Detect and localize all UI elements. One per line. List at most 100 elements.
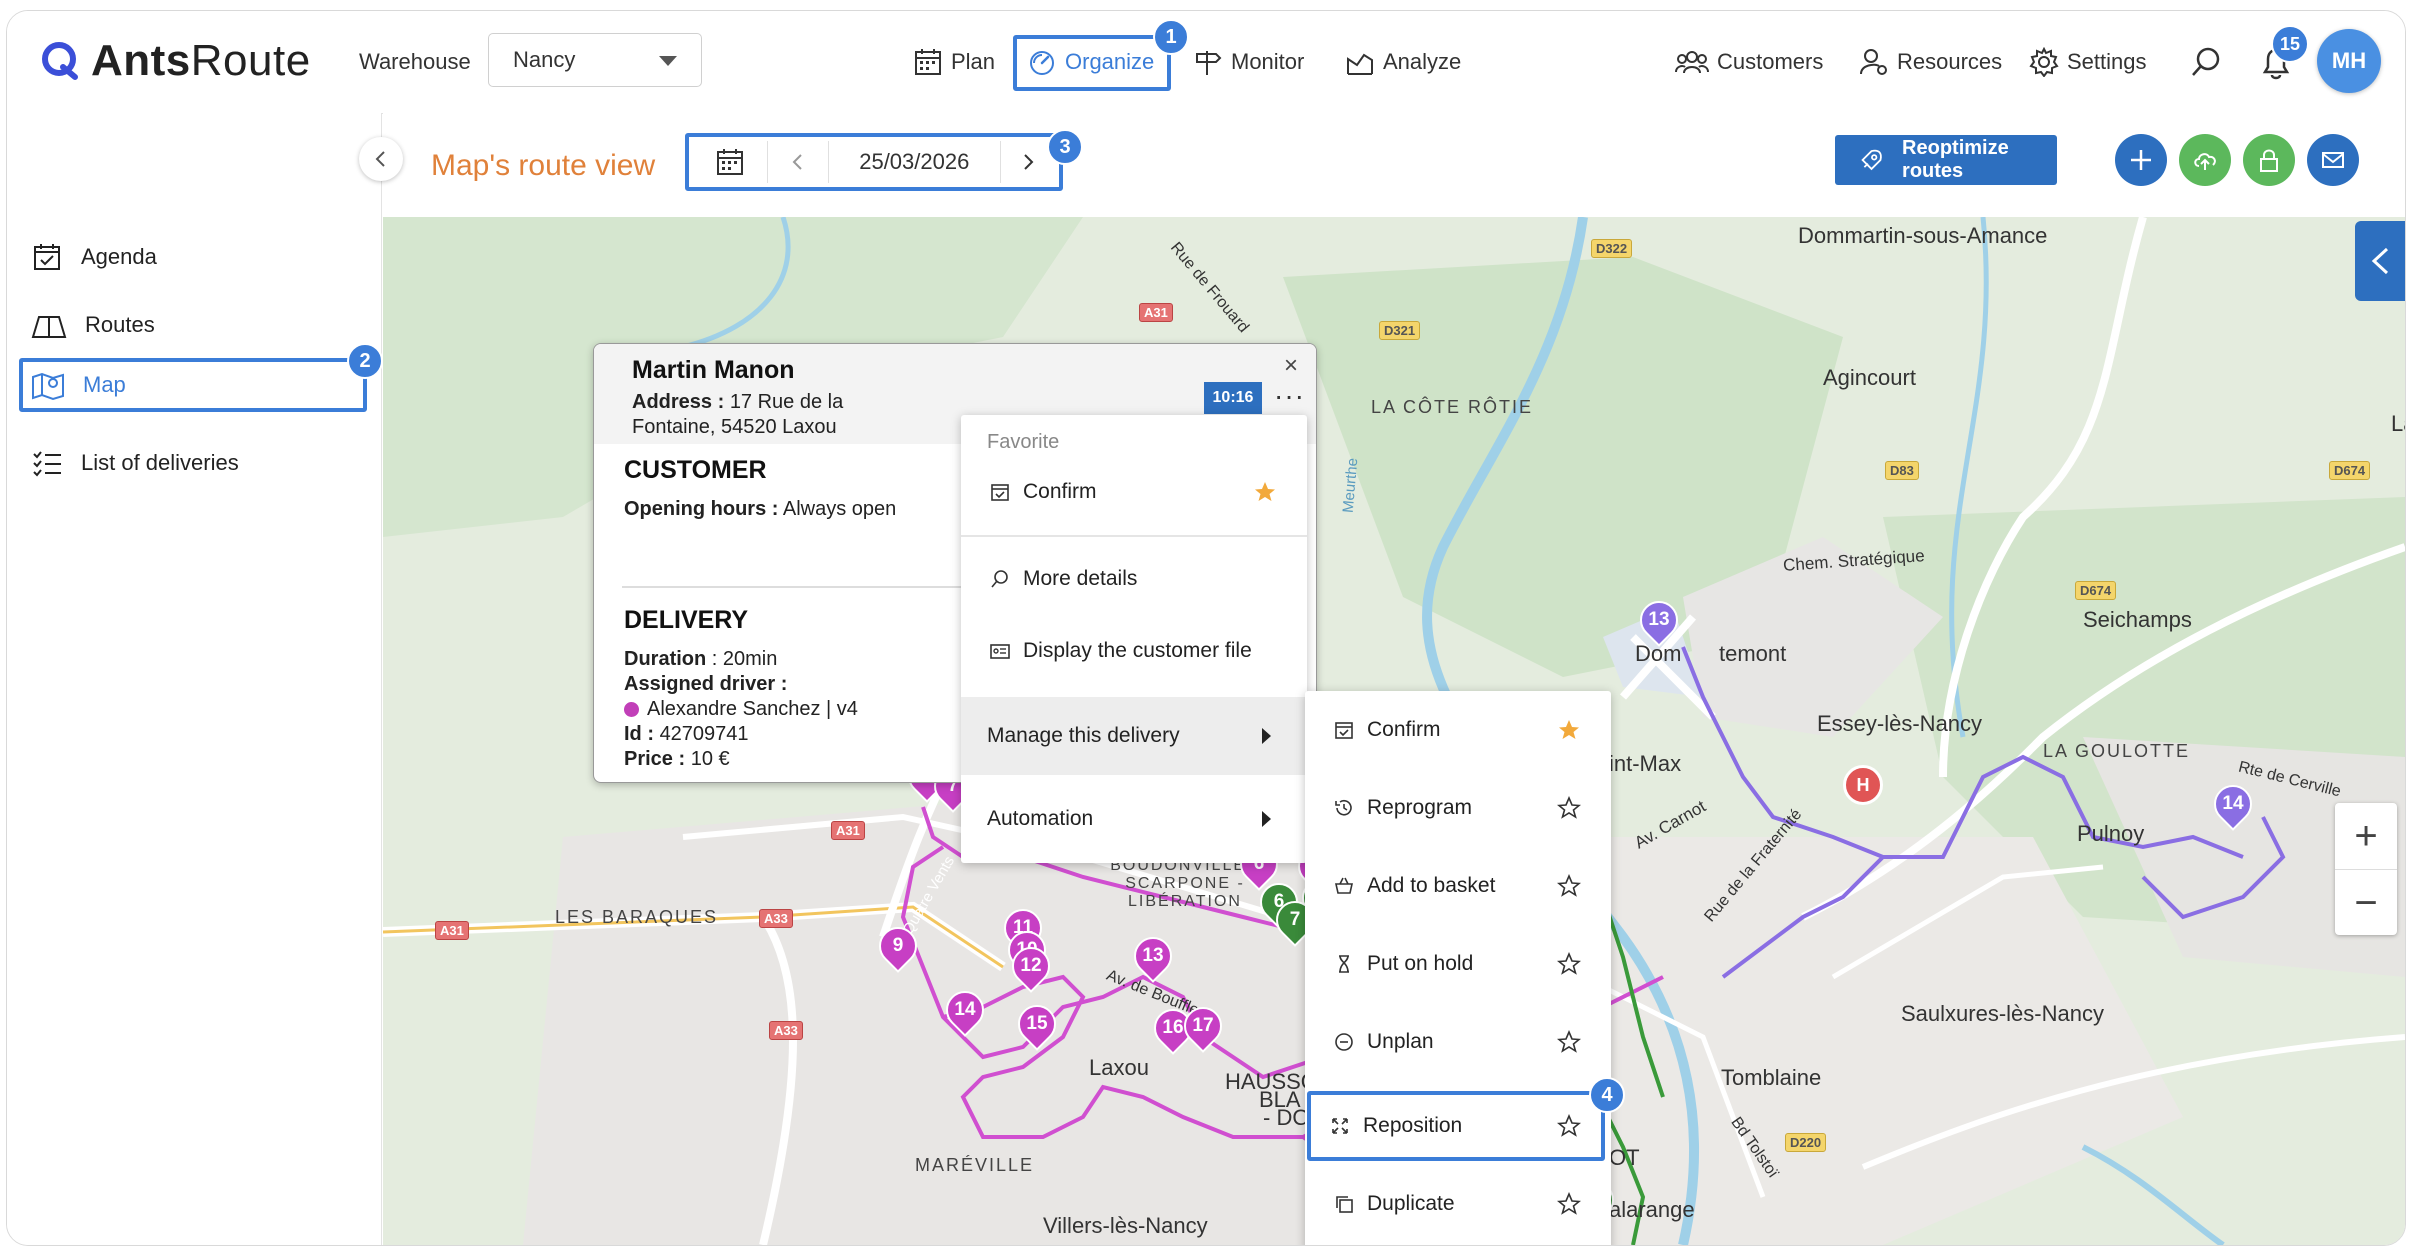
map-pin-number: 13 bbox=[1648, 609, 1670, 630]
step-badge-1: 1 bbox=[1153, 19, 1189, 55]
assigned-driver: Alexandre Sanchez | v4 bbox=[624, 698, 858, 721]
nav-monitor[interactable]: Monitor bbox=[1193, 35, 1304, 89]
sidebar-item-map[interactable]: Map bbox=[31, 359, 126, 411]
chevron-right-icon bbox=[1024, 154, 1034, 170]
star-outline-icon[interactable] bbox=[1557, 1114, 1581, 1138]
manage-delivery-submenu: Confirm Reprogram Add to basket Put on h… bbox=[1305, 691, 1625, 1245]
price-label: Price : bbox=[624, 748, 686, 770]
submenu-item-label: Confirm bbox=[1367, 718, 1441, 741]
menu-separator bbox=[961, 535, 1307, 537]
map-pin[interactable]: 12 bbox=[1004, 939, 1058, 995]
duration-label: Duration bbox=[624, 648, 707, 670]
star-outline-icon[interactable] bbox=[1557, 874, 1581, 898]
date-display[interactable]: 25/03/2026 bbox=[829, 141, 1001, 183]
nav-customers[interactable]: Customers bbox=[1675, 35, 1823, 89]
map-pin[interactable]: 15 bbox=[1010, 997, 1064, 1053]
map-pin-number: 13 bbox=[1142, 945, 1164, 966]
menu-item-label: More details bbox=[1023, 567, 1138, 590]
map-pin[interactable]: 17 bbox=[1176, 999, 1230, 1055]
warehouse-selected-value: Nancy bbox=[513, 47, 576, 72]
submenu-item-reprogram[interactable]: Reprogram bbox=[1305, 779, 1611, 837]
map-pin[interactable]: 14 bbox=[938, 983, 992, 1039]
star-filled-icon[interactable] bbox=[1557, 718, 1581, 742]
right-panel-toggle[interactable] bbox=[2355, 221, 2405, 301]
star-outline-icon[interactable] bbox=[1557, 796, 1581, 820]
nav-settings[interactable]: Settings bbox=[2029, 35, 2147, 89]
map-fold-icon bbox=[31, 316, 67, 338]
sidebar-item-list-of-deliveries[interactable]: List of deliveries bbox=[31, 437, 239, 489]
hourglass-icon bbox=[1339, 955, 1349, 973]
submenu-item-duplicate[interactable]: Duplicate bbox=[1305, 1175, 1611, 1233]
menu-item-label: Manage this delivery bbox=[987, 724, 1180, 747]
users-icon bbox=[1675, 51, 1709, 74]
nav-analyze[interactable]: Analyze bbox=[1345, 35, 1461, 89]
delivery-time-badge: 10:16 bbox=[1204, 382, 1262, 414]
nav-resources-label: Resources bbox=[1897, 49, 2003, 74]
logo-text-bold: Ants bbox=[91, 36, 191, 85]
submenu-item-put-on-hold[interactable]: Put on hold bbox=[1305, 935, 1611, 993]
user-avatar[interactable]: MH bbox=[2317, 29, 2381, 93]
address-label: Address : bbox=[632, 391, 725, 413]
star-outline-icon[interactable] bbox=[1557, 1192, 1581, 1216]
menu-item-automation[interactable]: Automation bbox=[961, 783, 1307, 855]
email-button[interactable] bbox=[2307, 134, 2359, 186]
more-options-icon[interactable]: ··· bbox=[1274, 380, 1305, 412]
date-picker: 25/03/2026 bbox=[685, 133, 1063, 191]
antsroute-logo[interactable]: AntsRoute bbox=[41, 35, 311, 87]
submenu-item-reposition[interactable]: Reposition bbox=[1305, 1097, 1611, 1155]
submenu-item-label: Reprogram bbox=[1367, 796, 1473, 819]
sidebar-item-routes[interactable]: Routes bbox=[31, 299, 155, 351]
lock-button[interactable] bbox=[2243, 134, 2295, 186]
calendar-check-icon bbox=[34, 244, 60, 270]
chevron-left-icon bbox=[375, 151, 385, 167]
close-icon[interactable]: × bbox=[1284, 352, 1298, 380]
map-pin[interactable]: 9 bbox=[871, 919, 925, 975]
star-outline-icon[interactable] bbox=[1557, 952, 1581, 976]
caret-right-icon bbox=[1262, 811, 1271, 827]
hospital-marker[interactable]: H bbox=[1843, 765, 1883, 805]
nav-settings-label: Settings bbox=[2067, 49, 2147, 74]
zoom-in-button[interactable]: + bbox=[2335, 803, 2397, 869]
customer-address: Address : 17 Rue de la Fontaine, 54520 L… bbox=[632, 390, 892, 440]
envelope-icon bbox=[2322, 152, 2344, 168]
basket-icon bbox=[1335, 877, 1353, 894]
star-outline-icon[interactable] bbox=[1557, 1030, 1581, 1054]
nav-organize[interactable]: Organize bbox=[1027, 35, 1154, 89]
submenu-item-add-to-basket[interactable]: Add to basket bbox=[1305, 857, 1611, 915]
map-pin-number: 9 bbox=[892, 935, 904, 956]
price-value: 10 € bbox=[690, 748, 730, 770]
reoptimize-routes-button[interactable]: Reoptimize routes bbox=[1835, 135, 2057, 185]
chart-icon bbox=[1347, 53, 1373, 75]
chevron-down-icon bbox=[659, 56, 677, 66]
warehouse-select[interactable]: Nancy bbox=[488, 33, 702, 87]
signpost-icon bbox=[1196, 51, 1222, 75]
previous-day-button[interactable] bbox=[768, 141, 829, 183]
sidebar-item-label: Routes bbox=[85, 312, 155, 337]
add-button[interactable] bbox=[2115, 134, 2167, 186]
menu-item-confirm[interactable]: Confirm bbox=[961, 463, 1307, 521]
map-pin[interactable]: 14 bbox=[2206, 777, 2260, 833]
reoptimize-routes-label: Reoptimize routes bbox=[1902, 137, 2009, 182]
collapse-sidebar-button[interactable] bbox=[359, 137, 403, 181]
map-pin[interactable]: 13 bbox=[1126, 929, 1180, 985]
top-navigation-bar: AntsRoute Warehouse Nancy Plan Organize … bbox=[7, 11, 2405, 114]
nav-resources[interactable]: Resources bbox=[1859, 35, 2002, 89]
gear-icon bbox=[2029, 47, 2059, 77]
upload-button[interactable] bbox=[2179, 134, 2231, 186]
submenu-item-confirm[interactable]: Confirm bbox=[1305, 701, 1611, 759]
map-pin[interactable]: 13 bbox=[1632, 593, 1686, 649]
map-pin-number: 15 bbox=[1026, 1013, 1048, 1034]
menu-item-more-details[interactable]: More details bbox=[961, 543, 1307, 615]
map-pin-number: 12 bbox=[1020, 955, 1042, 976]
submenu-item-unplan[interactable]: Unplan bbox=[1305, 1013, 1611, 1071]
zoom-out-button[interactable]: − bbox=[2335, 869, 2397, 936]
nav-plan[interactable]: Plan bbox=[913, 35, 995, 89]
opening-hours: Opening hours : Always open bbox=[624, 498, 896, 521]
copy-icon bbox=[1336, 1196, 1353, 1213]
menu-item-manage-delivery[interactable]: Manage this delivery bbox=[961, 697, 1307, 775]
star-filled-icon[interactable] bbox=[1253, 480, 1277, 504]
calendar-button[interactable] bbox=[693, 141, 768, 183]
sidebar-item-agenda[interactable]: Agenda bbox=[31, 231, 157, 283]
search-icon[interactable] bbox=[2189, 45, 2223, 84]
menu-item-customer-file[interactable]: Display the customer file bbox=[961, 615, 1307, 687]
